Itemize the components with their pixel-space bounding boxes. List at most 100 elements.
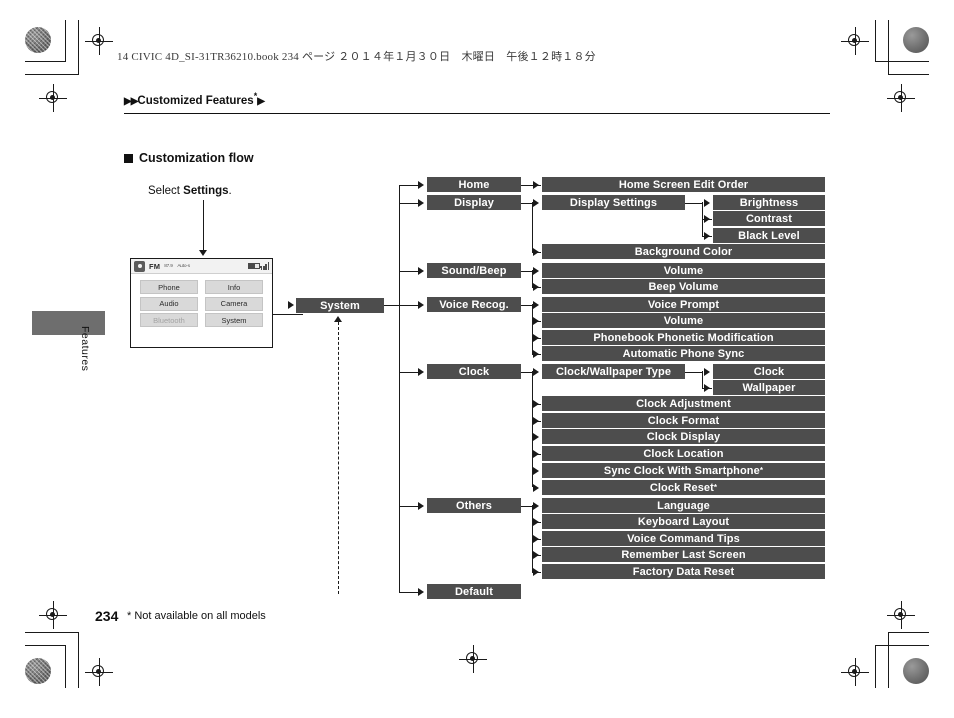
device-button-system[interactable]: System [205, 313, 263, 327]
flow-node-display[interactable]: Display [427, 195, 521, 210]
flow-node-default[interactable]: Default [427, 584, 521, 599]
bullet-square-icon [124, 154, 133, 163]
default-return-dashed-line [338, 322, 339, 594]
flow-node-display-settings[interactable]: Display Settings [542, 195, 685, 210]
arrow-contrast [704, 214, 710, 223]
branch-clock [399, 371, 419, 373]
footnote: * Not available on all models [127, 610, 266, 622]
arrow-voice-recog [418, 300, 424, 309]
flow-node-clock[interactable]: Clock [427, 364, 521, 379]
flow-node-automatic-phone-sync[interactable]: Automatic Phone Sync [542, 346, 825, 361]
crop-line [25, 74, 79, 76]
system-trunk-h [384, 305, 400, 307]
crop-line [888, 20, 890, 75]
flow-node-voice-prompt[interactable]: Voice Prompt [542, 297, 825, 312]
flow-node-brightness[interactable]: Brightness [713, 195, 825, 210]
arrow-phonebook-phonetic-modification [533, 333, 539, 342]
arrow-clock [418, 367, 424, 376]
flow-node-background-color[interactable]: Background Color [542, 244, 825, 259]
device-button-info[interactable]: Info [205, 280, 263, 294]
arrow-into-system [288, 301, 294, 309]
flow-node-home-screen-edit-order[interactable]: Home Screen Edit Order [542, 177, 825, 192]
arrow-beep-volume [533, 282, 539, 291]
branch-default [399, 591, 419, 593]
device-button-bluetooth[interactable]: Bluetooth [140, 313, 198, 327]
status-icons [248, 262, 272, 270]
battery-icon [248, 263, 262, 269]
signal-bars-icon [261, 262, 269, 270]
flow-node-sync-clock-with-smartphone[interactable]: Sync Clock With Smartphone * [542, 463, 825, 478]
device-button-camera[interactable]: Camera [205, 296, 263, 311]
flow-node-volume[interactable]: Volume [542, 263, 825, 278]
select-suffix: . [228, 185, 232, 197]
registration-mark-bottom-left [39, 601, 67, 629]
caption-to-device-line [203, 200, 205, 250]
arrow-clock-format [533, 416, 539, 425]
crop-line [888, 632, 890, 688]
arrow-wallpaper [704, 383, 710, 392]
flow-node-clock-format[interactable]: Clock Format [542, 413, 825, 428]
arrow-sync-clock-with-smartphone [533, 466, 539, 475]
flow-node-beep-volume[interactable]: Beep Volume [542, 279, 825, 294]
device-button-audio[interactable]: Audio [140, 296, 198, 311]
arrow-display-settings [533, 198, 539, 207]
arrow-clock-wallpaper-type [533, 367, 539, 376]
side-tab [32, 311, 105, 335]
arrow-voice-prompt [533, 300, 539, 309]
flow-node-clock-adjustment[interactable]: Clock Adjustment [542, 396, 825, 411]
arrow-others [418, 501, 424, 510]
branch-others [399, 505, 419, 507]
flow-node-clock-type[interactable]: Clock [713, 364, 825, 379]
crop-line [65, 20, 67, 62]
crop-line [78, 20, 80, 75]
flow-node-others[interactable]: Others [427, 498, 521, 513]
flow-node-remember-last-screen[interactable]: Remember Last Screen [542, 547, 825, 562]
registration-mark-bottom [85, 658, 113, 686]
track-chip-label: Auto-s [177, 263, 191, 269]
flow-node-clock-display[interactable]: Clock Display [542, 429, 825, 444]
flow-node-sound-beep[interactable]: Sound/Beep [427, 263, 521, 278]
flow-node-wallpaper[interactable]: Wallpaper [713, 380, 825, 395]
flow-node-clock-location[interactable]: Clock Location [542, 446, 825, 461]
arrow-clock-reset [533, 483, 539, 492]
flow-node-keyboard-layout[interactable]: Keyboard Layout [542, 514, 825, 529]
device-screenshot: FM 87.9 Auto-s Phone Info Audio Camera B… [130, 258, 273, 348]
arrow-vr-volume [533, 316, 539, 325]
flow-node-clock-wallpaper-type[interactable]: Clock/Wallpaper Type [542, 364, 685, 379]
flow-node-contrast[interactable]: Contrast [713, 211, 825, 226]
flow-node-black-level[interactable]: Black Level [713, 228, 825, 243]
flow-node-voice-recog[interactable]: Voice Recog. [427, 297, 521, 312]
audio-source-label: FM [149, 261, 161, 271]
page-number: 234 [95, 608, 119, 624]
flow-node-phonebook-phonetic-modification[interactable]: Phonebook Phonetic Modification [542, 330, 825, 345]
arrow-keyboard-layout [533, 517, 539, 526]
crop-line [78, 632, 80, 688]
manual-page: 14 CIVIC 4D_SI-31TR36210.book 234 ページ ２０… [0, 0, 954, 718]
arrow-background-color [533, 247, 539, 256]
registration-mark-top-right [841, 27, 869, 55]
registration-mark-right-bottom [887, 601, 915, 629]
arrow-black-level [704, 231, 710, 240]
breadcrumb-label: Customized Features [137, 94, 254, 107]
flow-node-language[interactable]: Language [542, 498, 825, 513]
side-tab-label: Features [79, 326, 91, 372]
arrow-brightness [704, 198, 710, 207]
flow-node-clock-reset[interactable]: Clock Reset * [542, 480, 825, 495]
arrow-home-child [533, 180, 539, 189]
print-density-dot-top-right [903, 27, 929, 53]
arrow-clock-location [533, 449, 539, 458]
registration-mark-left [39, 84, 67, 112]
registration-mark-bottom-right [841, 658, 869, 686]
flow-node-factory-data-reset[interactable]: Factory Data Reset [542, 564, 825, 579]
clock-reset-asterisk: * [713, 483, 718, 492]
arrow-sound-beep [418, 266, 424, 275]
device-button-phone[interactable]: Phone [140, 280, 198, 294]
flow-node-home[interactable]: Home [427, 177, 521, 192]
flow-node-system[interactable]: System [296, 298, 384, 313]
flow-node-voice-command-tips[interactable]: Voice Command Tips [542, 531, 825, 546]
page-title: Customization flow [124, 151, 254, 165]
print-density-dot-bottom-left [25, 658, 51, 684]
header-rule [124, 113, 830, 115]
page-title-label: Customization flow [139, 151, 254, 165]
flow-node-vr-volume[interactable]: Volume [542, 313, 825, 328]
